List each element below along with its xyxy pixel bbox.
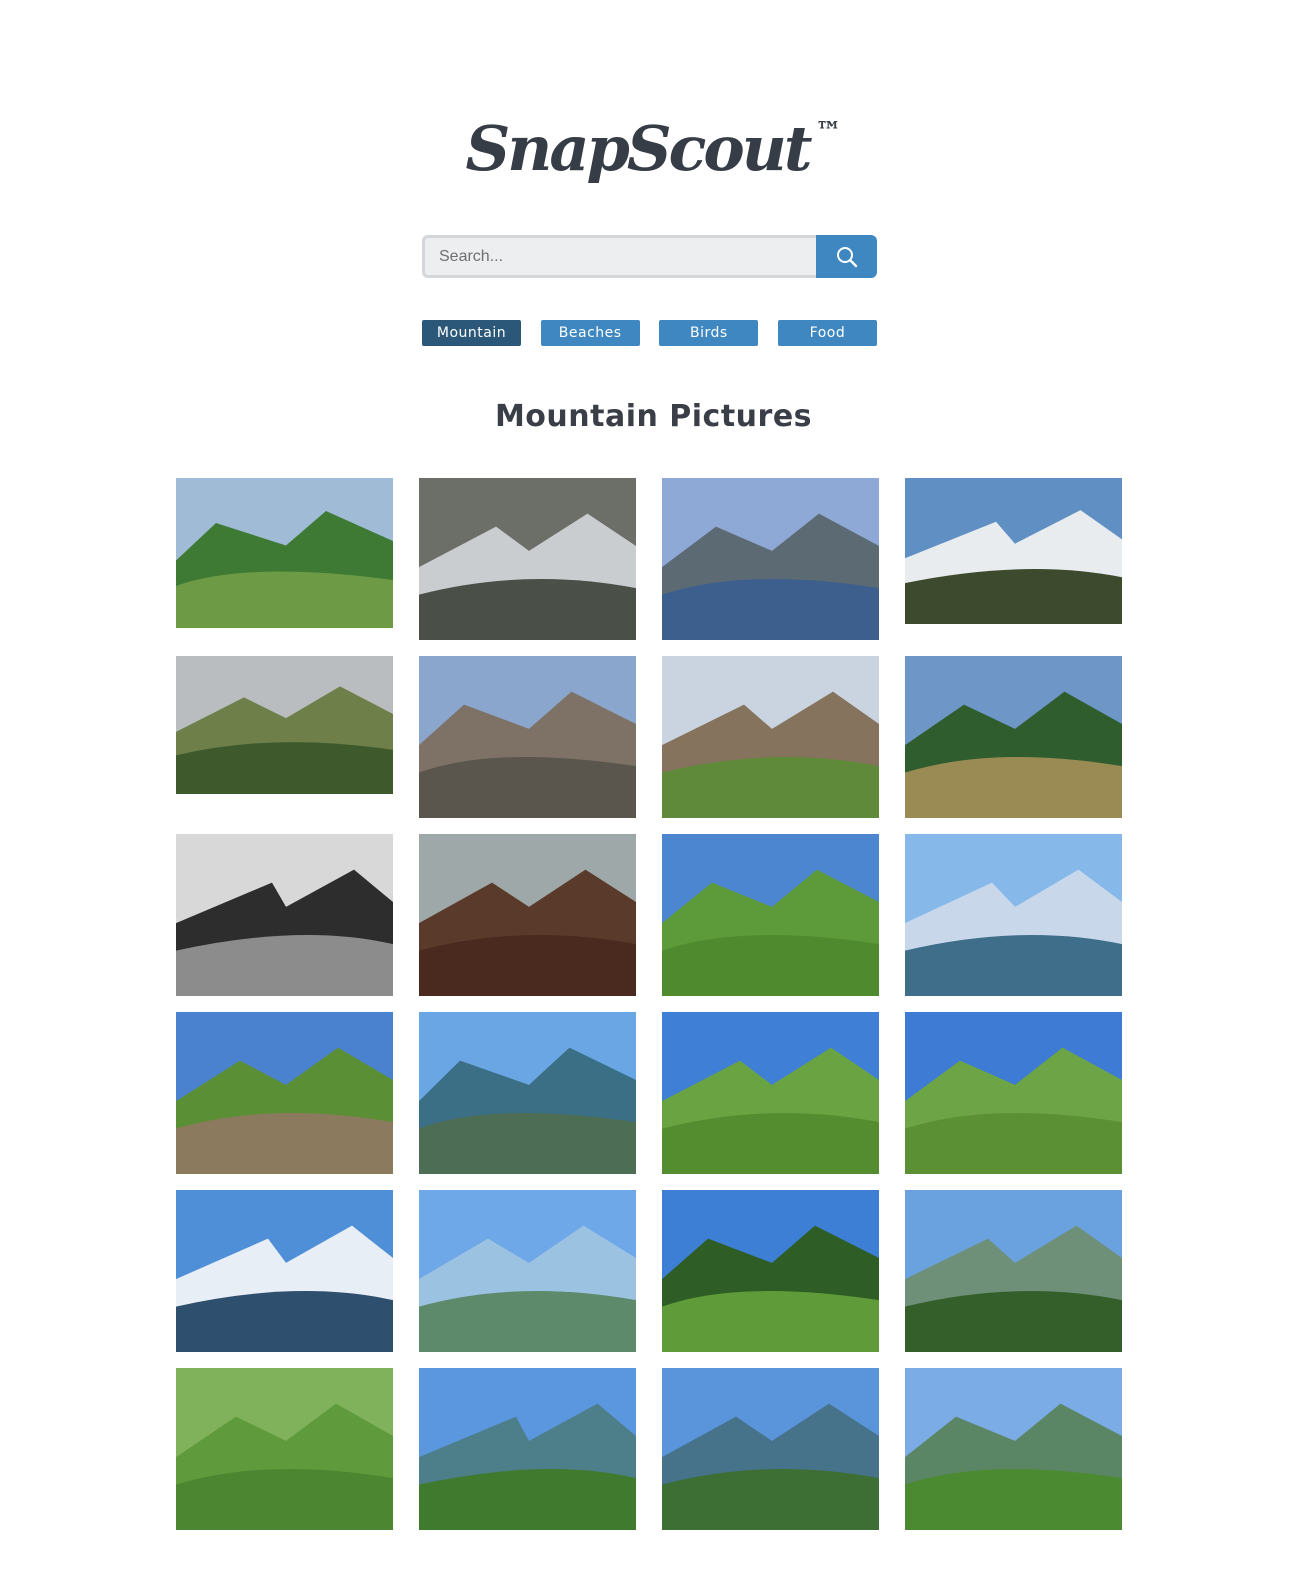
photo-conical-hill[interactable]	[905, 1368, 1122, 1530]
photo-cell	[662, 656, 879, 834]
photo-cell	[905, 834, 1122, 1012]
site-logo: SnapScout ™	[0, 112, 1307, 185]
category-food-button[interactable]: Food	[777, 320, 877, 346]
photo-cell	[662, 834, 879, 1012]
photo-stone-barn[interactable]	[905, 656, 1122, 818]
photo-cell	[419, 656, 636, 834]
photo-loch-peak[interactable]	[419, 834, 636, 996]
logo-text: SnapScout	[465, 112, 813, 185]
photo-cell	[905, 656, 1122, 834]
photo-fir-trail[interactable]	[662, 1190, 879, 1352]
photo-white-flower[interactable]	[176, 1368, 393, 1530]
photo-cell	[905, 1190, 1122, 1368]
photo-cell	[419, 1012, 636, 1190]
category-filters: Mountain Beaches Birds Food	[422, 320, 877, 346]
photo-alps-panorama[interactable]	[905, 834, 1122, 996]
photo-cell	[176, 1190, 393, 1368]
photo-green-summit[interactable]	[419, 1368, 636, 1530]
category-beaches-button[interactable]: Beaches	[540, 320, 640, 346]
photo-cell	[419, 1190, 636, 1368]
photo-green-ridge[interactable]	[662, 1012, 879, 1174]
photo-lake-valley[interactable]	[662, 1368, 879, 1530]
photo-lake-mountain[interactable]	[662, 478, 879, 640]
photo-cell	[662, 1368, 879, 1546]
gallery-heading: Mountain Pictures	[494, 399, 813, 434]
photo-cell	[176, 834, 393, 1012]
photo-grassy-slope[interactable]	[905, 1012, 1122, 1174]
photo-cell	[662, 1190, 879, 1368]
photo-monument-valley[interactable]	[176, 478, 393, 628]
search-input[interactable]	[422, 235, 816, 278]
photo-cell	[662, 478, 879, 656]
search-bar	[422, 235, 877, 278]
category-mountain-button[interactable]: Mountain	[422, 320, 521, 346]
photo-valley-town[interactable]	[419, 1012, 636, 1174]
photo-fir-overlook[interactable]	[905, 1190, 1122, 1352]
photo-cell	[176, 1012, 393, 1190]
photo-cell	[419, 834, 636, 1012]
photo-cell	[419, 478, 636, 656]
photo-mont-blanc[interactable]	[176, 1190, 393, 1352]
photo-cell	[419, 1368, 636, 1546]
photo-bw-peaks[interactable]	[176, 834, 393, 996]
photo-hillside-path[interactable]	[662, 834, 879, 996]
photo-rocky-trail[interactable]	[176, 1012, 393, 1174]
photo-hazy-plain[interactable]	[419, 1190, 636, 1352]
photo-waterfall[interactable]	[419, 478, 636, 640]
search-button[interactable]	[816, 235, 877, 278]
photo-cell	[905, 1012, 1122, 1190]
photo-valley-flowers[interactable]	[176, 656, 393, 794]
photo-cell	[662, 1012, 879, 1190]
photo-snow-volcano[interactable]	[905, 478, 1122, 624]
photo-cell	[176, 1368, 393, 1546]
photo-cell	[176, 656, 393, 834]
trademark-mark: ™	[815, 117, 842, 147]
photo-wooden-barn[interactable]	[662, 656, 879, 818]
photo-cell	[905, 1368, 1122, 1546]
photo-grid	[176, 478, 1123, 1546]
photo-rock-cliff[interactable]	[419, 656, 636, 818]
search-icon	[836, 246, 857, 267]
category-birds-button[interactable]: Birds	[659, 320, 759, 346]
photo-cell	[905, 478, 1122, 656]
photo-cell	[176, 478, 393, 656]
